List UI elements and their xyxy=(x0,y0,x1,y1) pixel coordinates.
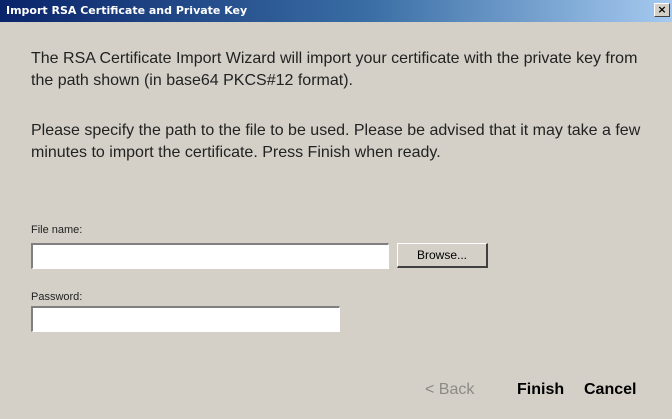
file-name-input[interactable] xyxy=(31,243,389,269)
window-title: Import RSA Certificate and Private Key xyxy=(6,4,248,17)
finish-button[interactable]: Finish xyxy=(517,369,564,411)
intro-paragraph-1: The RSA Certificate Import Wizard will i… xyxy=(31,50,638,89)
browse-button[interactable]: Browse... xyxy=(397,243,488,268)
password-input[interactable] xyxy=(31,306,340,332)
title-bar[interactable]: Import RSA Certificate and Private Key × xyxy=(0,0,672,22)
import-rsa-dialog: Import RSA Certificate and Private Key ×… xyxy=(0,0,672,419)
file-name-label: File name: xyxy=(31,224,83,236)
back-button[interactable]: < Back xyxy=(425,369,474,411)
cancel-button[interactable]: Cancel xyxy=(584,369,636,411)
password-label: Password: xyxy=(31,291,83,303)
close-icon[interactable]: × xyxy=(654,3,670,17)
intro-paragraph-2: Please specify the path to the file to b… xyxy=(31,122,641,161)
